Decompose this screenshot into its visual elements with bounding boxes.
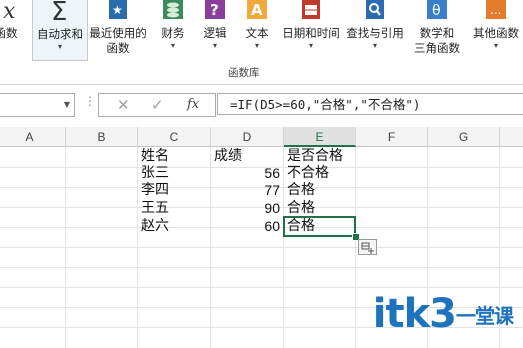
svg-text:★: ★	[112, 3, 123, 17]
cell-e[interactable]: 合格	[287, 181, 355, 200]
text-label: 文本	[245, 26, 269, 40]
insert-function-fx-icon[interactable]: fx	[187, 97, 199, 112]
logical-button[interactable]: ? 逻辑 ▾	[198, 0, 232, 66]
group-label-function-library: 函数库	[228, 67, 260, 79]
chevron-down-icon: ▾	[212, 41, 217, 50]
cell-c[interactable]: 王五	[141, 199, 209, 218]
financial-icon	[160, 0, 186, 22]
lookup-reference-button[interactable]: 查找与引用 ▾	[342, 0, 408, 66]
auto-fill-options-button[interactable]	[358, 239, 377, 255]
chevron-down-icon: ▾	[493, 41, 498, 50]
column-header-b[interactable]: B	[66, 127, 138, 147]
insert-function-icon: x	[0, 0, 19, 24]
more-functions-button[interactable]: ... 其他函数 ▾	[469, 0, 523, 66]
date-time-button[interactable]: 日期和时间 ▾	[278, 0, 344, 66]
watermark-logo: itk3一堂课	[372, 291, 514, 337]
text-icon: A	[244, 0, 270, 22]
recently-used-label-2: 函数	[106, 41, 130, 55]
cell-d[interactable]: 77	[211, 181, 280, 200]
gridline	[0, 267, 523, 268]
ribbon: x 函数 Σ 自动求和 ▾ ★ 最近使用的 函数 财务 ▾ ? 逻辑 ▾ A 文…	[0, 0, 523, 84]
column-header-e[interactable]: E	[284, 127, 356, 147]
svg-text:θ: θ	[432, 3, 441, 19]
text-button[interactable]: A 文本 ▾	[240, 0, 274, 66]
chevron-down-icon: ▾	[254, 41, 259, 50]
active-cell-border	[283, 216, 356, 237]
svg-text:Σ: Σ	[51, 0, 67, 24]
formula-bar-area: ▼ ⋮ ✕ ✓ fx =IF(D5>=60,"合格","不合格")	[0, 85, 523, 125]
cell-d[interactable]: 90	[211, 199, 280, 218]
more-functions-label: 其他函数	[473, 26, 519, 40]
gridline	[0, 247, 523, 248]
cell-c[interactable]: 赵六	[141, 217, 209, 236]
math-trig-label-2: 三角函数	[414, 41, 460, 55]
svg-text:...: ...	[490, 3, 501, 17]
autosum-label: 自动求和	[37, 27, 83, 41]
math-trig-button[interactable]: θ 数学和 三角函数	[406, 0, 468, 66]
financial-label: 财务	[161, 26, 185, 40]
name-box[interactable]: ▼	[0, 93, 75, 117]
sum-icon: Σ	[47, 0, 73, 27]
financial-button[interactable]: 财务 ▾	[156, 0, 190, 66]
insert-function-button[interactable]: x 函数	[0, 0, 26, 66]
insert-function-label: 函数	[0, 26, 18, 40]
auto-fill-options-icon	[361, 242, 374, 254]
lookup-reference-label: 查找与引用	[346, 26, 404, 40]
recently-used-icon: ★	[105, 0, 131, 22]
column-header-f[interactable]: F	[356, 127, 428, 147]
column-header-h[interactable]	[500, 127, 523, 147]
recently-used-label: 最近使用的	[89, 26, 147, 40]
math-trig-label: 数学和	[419, 26, 455, 40]
autosum-button[interactable]: Σ 自动求和 ▾	[32, 0, 88, 61]
column-header-c[interactable]: C	[138, 127, 211, 147]
svg-text:?: ?	[210, 1, 219, 19]
column-header-g[interactable]: G	[428, 127, 500, 147]
more-options-icon[interactable]: ⋮	[84, 95, 96, 107]
chevron-down-icon: ▾	[308, 41, 313, 50]
date-time-icon	[298, 0, 324, 22]
enter-icon[interactable]: ✓	[151, 96, 164, 114]
svg-text:x: x	[3, 0, 16, 22]
column-header-d[interactable]: D	[211, 127, 284, 147]
cancel-icon[interactable]: ✕	[117, 96, 130, 114]
gridline	[0, 287, 523, 288]
chevron-down-icon: ▾	[57, 42, 62, 51]
date-time-label: 日期和时间	[282, 26, 340, 40]
math-trig-icon: θ	[424, 0, 450, 22]
cell-c[interactable]: 李四	[141, 181, 209, 200]
cell-d[interactable]: 60	[211, 217, 280, 236]
recently-used-button[interactable]: ★ 最近使用的 函数	[87, 0, 149, 66]
worksheet-grid: A B C D E F G 姓名 成绩 是否合格 张三 56 不合格 李四 77…	[0, 127, 523, 348]
more-functions-icon: ...	[483, 0, 509, 22]
column-header-a[interactable]: A	[0, 127, 66, 147]
formula-buttons: ✕ ✓ fx	[98, 93, 216, 117]
logical-icon: ?	[202, 0, 228, 22]
chevron-down-icon: ▾	[372, 41, 377, 50]
lookup-reference-icon	[362, 0, 388, 22]
chevron-down-icon[interactable]: ▼	[64, 100, 70, 109]
svg-text:A: A	[251, 1, 263, 19]
chevron-down-icon: ▾	[170, 41, 175, 50]
logical-label: 逻辑	[203, 26, 227, 40]
formula-input[interactable]: =IF(D5>=60,"合格","不合格")	[217, 93, 523, 115]
